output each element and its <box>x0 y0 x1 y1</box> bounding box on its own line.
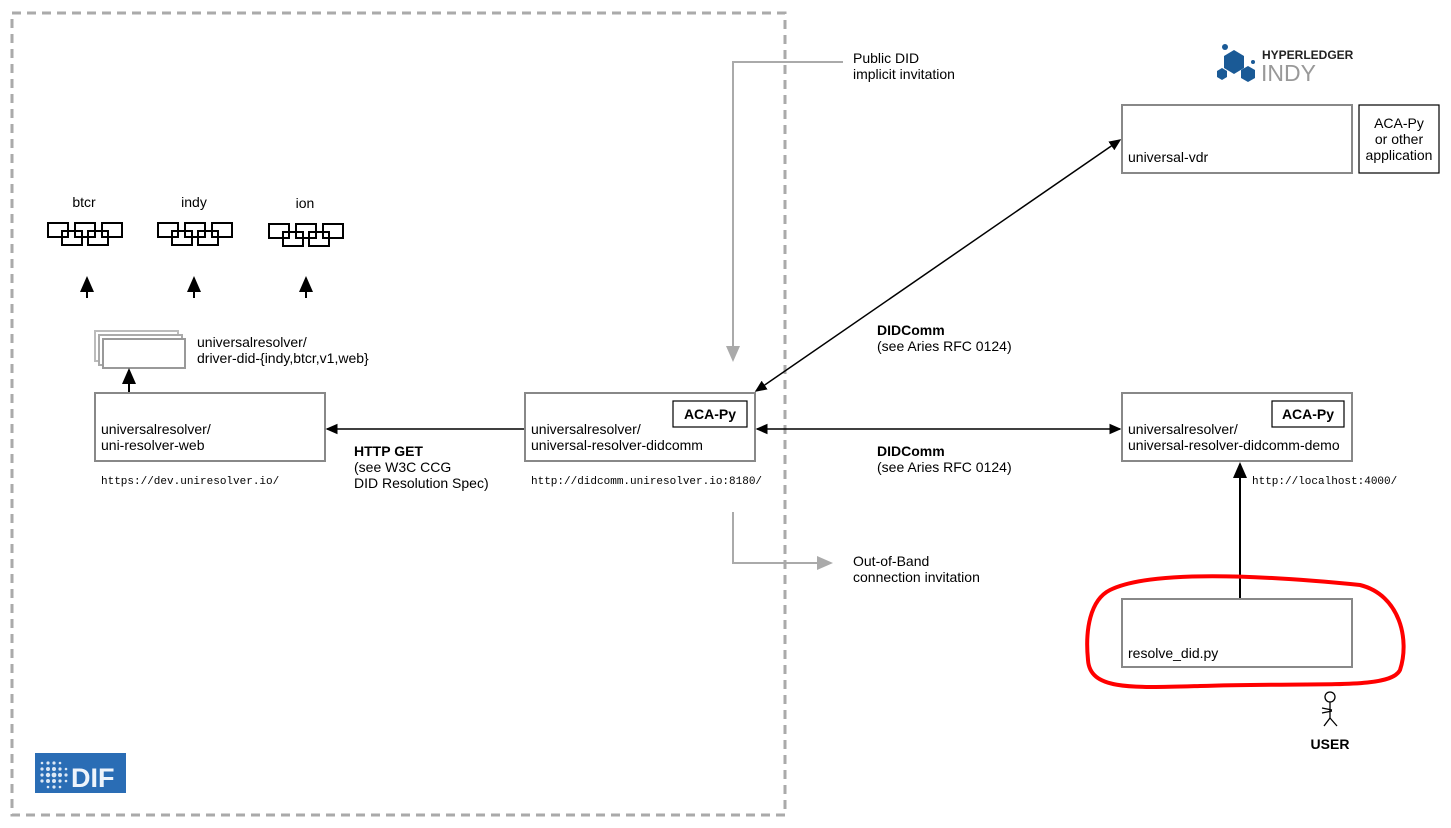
resolve-did-box: resolve_did.py <box>1121 598 1353 668</box>
user-icon <box>1321 691 1338 727</box>
dif-logo-text: DIF <box>71 763 115 793</box>
box-label: universalresolver/ <box>101 421 211 437</box>
hyperledger-indy-logo: HYPERLEDGER INDY <box>1217 44 1354 86</box>
didcomm-url: http://didcomm.uniresolver.io:8180/ <box>531 476 762 488</box>
didcomm-label: DIDComm <box>877 443 945 459</box>
oob-arrow <box>732 512 833 570</box>
box-label: universal-resolver-didcomm <box>531 437 703 453</box>
box-label: universal-resolver-didcomm-demo <box>1128 437 1340 453</box>
box-label: universalresolver/ <box>531 421 641 437</box>
driver-btcr: btcr <box>47 194 123 298</box>
driver-stack-label-2: driver-did-{indy,btcr,v1,web} <box>197 350 369 366</box>
architecture-diagram: btcr indy ion universalresolver/ driver-… <box>10 11 1440 817</box>
box-label: universal-vdr <box>1128 149 1208 165</box>
side-label: application <box>1366 147 1433 163</box>
driver-label: indy <box>181 194 207 210</box>
aca-py-badge-label: ACA-Py <box>684 406 736 422</box>
box-label: resolve_did.py <box>1128 645 1218 661</box>
http-get-sub: DID Resolution Spec) <box>354 475 489 491</box>
driver-indy: indy <box>157 194 233 298</box>
aca-py-badge-label: ACA-Py <box>1282 406 1334 422</box>
oob-label: connection invitation <box>853 569 980 585</box>
driver-container-stack: universalresolver/ driver-did-{indy,btcr… <box>94 330 369 369</box>
blockchain-icon <box>47 222 123 246</box>
http-get-label: HTTP GET <box>354 443 423 459</box>
driver-stack-label-1: universalresolver/ <box>197 334 307 350</box>
uni-resolver-web-url: https://dev.uniresolver.io/ <box>101 476 279 488</box>
blockchain-icon <box>157 222 233 246</box>
driver-label: btcr <box>72 194 96 210</box>
didcomm-sub: (see Aries RFC 0124) <box>877 459 1012 475</box>
driver-label: ion <box>296 195 315 211</box>
oob-label: Out-of-Band <box>853 553 929 569</box>
uni-resolver-web-box: universalresolver/ uni-resolver-web <box>94 392 326 462</box>
blockchain-icon <box>268 223 344 247</box>
side-label: or other <box>1375 131 1424 147</box>
driver-ion: ion <box>268 195 344 298</box>
demo-url: http://localhost:4000/ <box>1252 476 1397 488</box>
universal-resolver-didcomm-demo-box: ACA-Py universalresolver/ universal-reso… <box>1121 392 1353 462</box>
box-label: uni-resolver-web <box>101 437 205 453</box>
public-did-arrow <box>726 61 843 362</box>
universal-resolver-didcomm-box: ACA-Py universalresolver/ universal-reso… <box>524 392 756 462</box>
public-did-label: Public DID <box>853 50 919 66</box>
box-label: universalresolver/ <box>1128 421 1238 437</box>
aca-py-or-other-box: ACA-Py or other application <box>1358 104 1440 174</box>
side-label: ACA-Py <box>1374 115 1424 131</box>
logo-text: INDY <box>1261 60 1316 86</box>
user-label: USER <box>1311 736 1350 752</box>
dif-logo: DIF <box>35 753 126 793</box>
didcomm-label: DIDComm <box>877 322 945 338</box>
http-get-sub: (see W3C CCG <box>354 459 451 475</box>
public-did-label: implicit invitation <box>853 66 955 82</box>
universal-vdr-box: universal-vdr <box>1121 104 1353 174</box>
didcomm-sub: (see Aries RFC 0124) <box>877 338 1012 354</box>
